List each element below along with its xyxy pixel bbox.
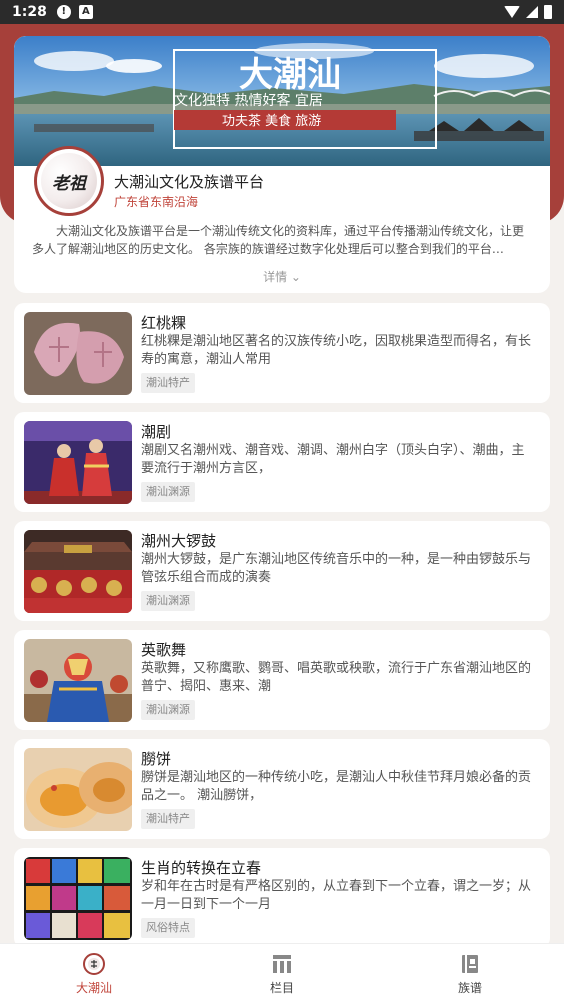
status-time: 1:28 (12, 4, 47, 20)
item-title: 潮州大锣鼓 (141, 532, 217, 550)
wifi-icon (504, 6, 520, 18)
logo-text: 老祖 (41, 153, 97, 209)
item-description: 潮剧又名潮州戏、潮音戏、潮调、潮州白字（顶头白字）、潮曲，主要流行于潮州方言区， (141, 443, 525, 476)
nav-label-genealogy: 族谱 (457, 980, 482, 995)
item-thumbnail (24, 530, 132, 613)
item-tag: 潮汕特产 (141, 809, 195, 829)
home-logo-icon (83, 952, 105, 975)
list-item[interactable]: 潮剧 潮剧又名潮州戏、潮音戏、潮调、潮州白字（顶头白字）、潮曲，主要流行于潮州方… (14, 412, 550, 512)
nav-item-home[interactable]: 大潮汕 (0, 944, 188, 1004)
item-title: 潮剧 (141, 423, 172, 441)
list-item[interactable]: 潮州大锣鼓 潮州大锣鼓，是广东潮汕地区传统音乐中的一种，是一种由锣鼓乐与管弦乐组… (14, 521, 550, 621)
platform-title: 大潮汕文化及族谱平台 (114, 173, 265, 191)
item-description: 英歌舞，又称鹰歌、鹦哥、唱英歌或秧歌，流行于广东省潮汕地区的普宁、揭阳、惠来、潮 (141, 661, 532, 694)
list-item[interactable]: 朥饼 朥饼是潮汕地区的一种传统小吃，是潮汕人中秋佳节拜月娘必备的贡品之一。 潮汕… (14, 739, 550, 839)
bottom-nav: 大潮汕 栏目 族谱 (0, 943, 564, 1004)
item-description: 潮州大锣鼓，是广东潮汕地区传统音乐中的一种，是一种由锣鼓乐与管弦乐组合而成的演奏 (141, 552, 532, 585)
nav-label-home: 大潮汕 (75, 980, 112, 995)
columns-icon (273, 954, 291, 973)
banner-slogan: 文化独特 热情好客 宜居 (174, 92, 323, 109)
list-item[interactable]: 生肖的转换在立春 岁和年在古时是有严格区别的，从立春到下一个立春，谓之一岁；从一… (14, 848, 550, 948)
item-thumbnail (24, 421, 132, 504)
nav-item-columns[interactable]: 栏目 (188, 944, 376, 1004)
alert-icon: ! (56, 5, 71, 19)
item-description: 红桃粿是潮汕地区著名的汉族传统小吃，因取桃果造型而得名，有长寿的寓意，潮汕人常用 (141, 334, 532, 367)
banner-image[interactable]: 大潮汕 文化独特 热情好客 宜居 功夫茶 美食 旅游 (14, 36, 550, 166)
platform-location: 广东省东南沿海 (114, 195, 199, 209)
banner-title: 大潮汕 (239, 55, 341, 95)
platform-header-card[interactable]: 大潮汕 文化独特 热情好客 宜居 功夫茶 美食 旅游 老祖 大潮汕文化及族谱平台… (14, 36, 550, 293)
nav-item-genealogy[interactable]: 族谱 (376, 944, 564, 1004)
item-title: 生肖的转换在立春 (141, 859, 262, 877)
genealogy-book-icon (462, 954, 478, 973)
item-tag: 潮汕渊源 (141, 591, 195, 611)
item-description: 岁和年在古时是有严格区别的，从立春到下一个立春，谓之一岁；从一月一日到下一个一月 (141, 879, 532, 912)
item-description: 朥饼是潮汕地区的一种传统小吃，是潮汕人中秋佳节拜月娘必备的贡品之一。 潮汕朥饼， (141, 770, 532, 803)
item-tag: 潮汕渊源 (141, 482, 195, 502)
item-title: 红桃粿 (141, 314, 187, 332)
list-item[interactable]: 红桃粿 红桃粿是潮汕地区著名的汉族传统小吃，因取桃果造型而得名，有长寿的寓意，潮… (14, 303, 550, 403)
nav-label-columns: 栏目 (269, 980, 294, 995)
platform-logo: 老祖 (34, 146, 104, 216)
a-notification-icon: A (78, 5, 93, 19)
item-thumbnail (24, 639, 132, 722)
item-thumbnail (24, 857, 132, 940)
item-thumbnail (24, 312, 132, 395)
platform-description: 大潮汕文化及族谱平台是一个潮汕传统文化的资料库，通过平台传播潮汕传统文化，让更多… (32, 224, 525, 256)
item-tag: 潮汕渊源 (141, 700, 195, 720)
item-tag: 潮汕特产 (141, 373, 195, 393)
status-bar: 1:28 ! A (0, 0, 564, 24)
item-title: 英歌舞 (141, 641, 187, 659)
item-thumbnail (24, 748, 132, 831)
details-toggle[interactable]: 详情 ⌄ (14, 268, 550, 285)
list-item[interactable]: 英歌舞 英歌舞，又称鹰歌、鹦哥、唱英歌或秧歌，流行于广东省潮汕地区的普宁、揭阳、… (14, 630, 550, 730)
cell-signal-icon (526, 6, 538, 18)
banner-tags: 功夫茶 美食 旅游 (222, 113, 321, 129)
item-title: 朥饼 (141, 750, 172, 768)
battery-icon (544, 5, 552, 19)
item-tag: 风俗特点 (141, 918, 195, 938)
